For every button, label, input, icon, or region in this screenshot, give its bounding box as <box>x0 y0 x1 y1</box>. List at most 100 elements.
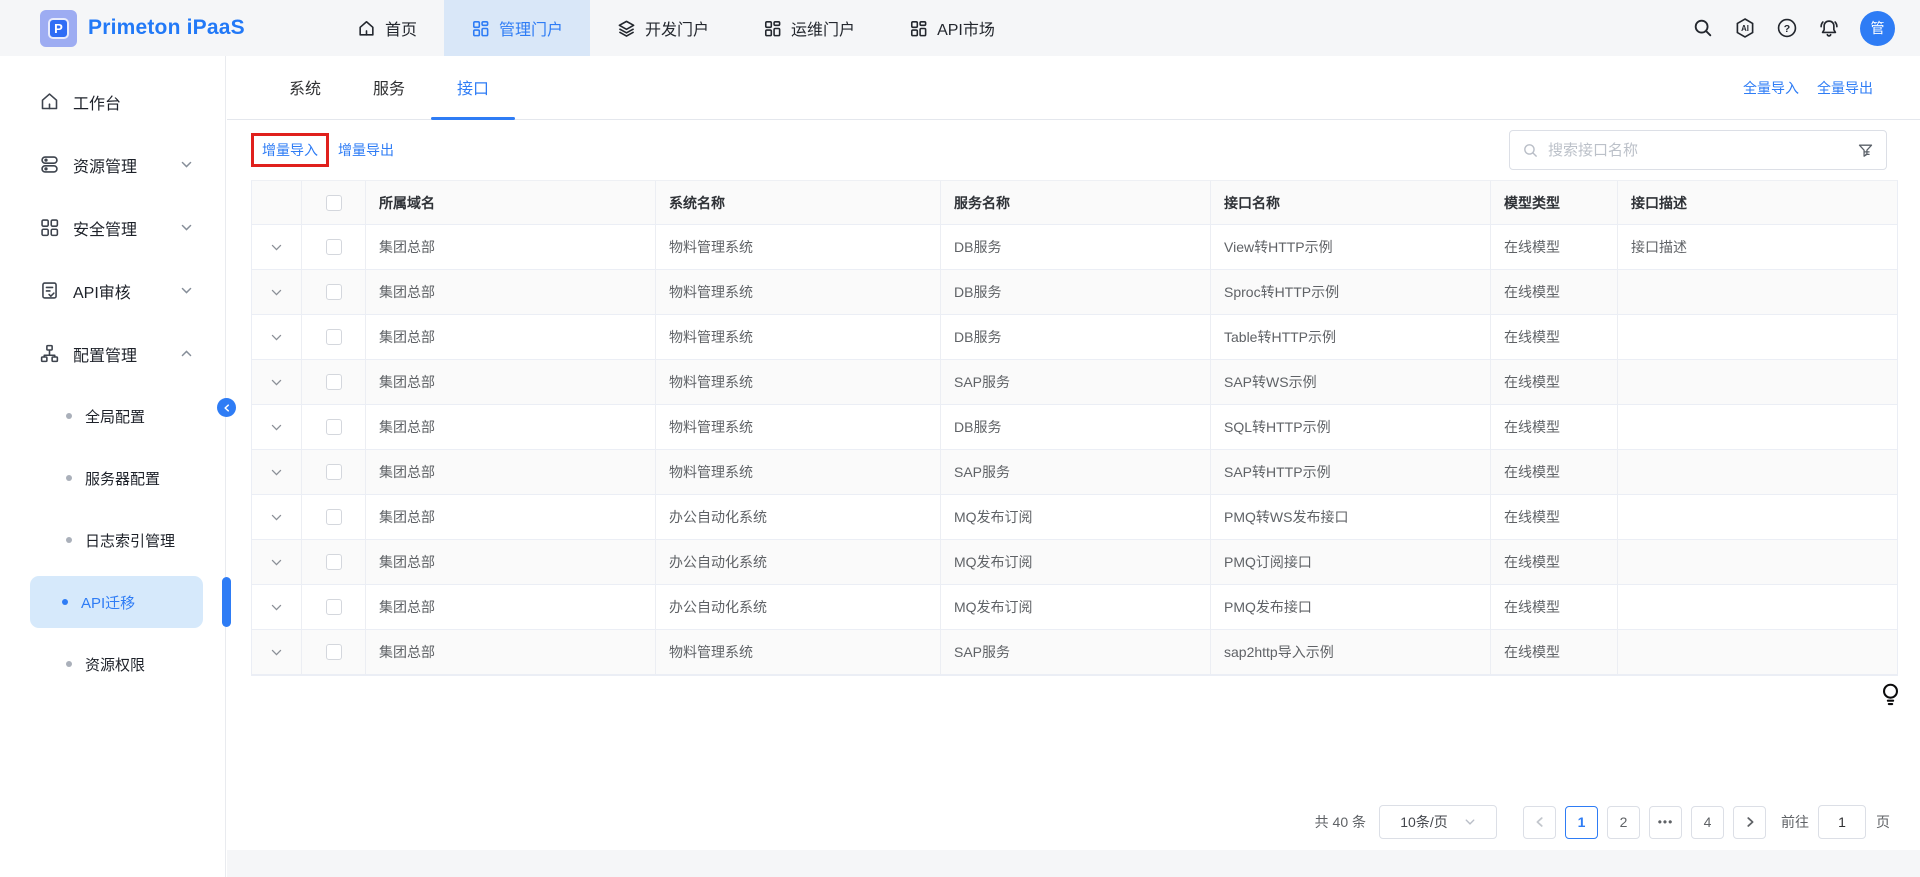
tab-interface[interactable]: 接口 <box>431 55 515 119</box>
main-content: 系统 服务 接口 全量导入 全量导出 增量导入 增量导出 所属域名 系统名称 服… <box>227 56 1920 877</box>
incremental-import-link[interactable]: 增量导入 <box>262 142 318 158</box>
full-export-link[interactable]: 全量导出 <box>1817 78 1873 98</box>
cell-service: SAP服务 <box>941 360 1211 404</box>
row-expand-icon[interactable] <box>270 556 283 569</box>
table-row: 集团总部 物料管理系统 DB服务 SQL转HTTP示例 在线模型 <box>252 405 1897 450</box>
sidebar-subitem-log-index-mgmt[interactable]: 日志索引管理 <box>0 509 225 571</box>
tab-system[interactable]: 系统 <box>263 55 347 119</box>
cell-interface: PMQ订阅接口 <box>1211 540 1491 584</box>
nav-item-dev-portal[interactable]: 开发门户 <box>590 0 736 56</box>
document-check-icon <box>39 280 60 301</box>
sidebar-item-resource-mgmt[interactable]: 资源管理 <box>0 133 225 196</box>
sidebar-subitem-label: 全局配置 <box>85 406 145 427</box>
nav-item-label: 管理门户 <box>499 16 563 40</box>
select-all-checkbox[interactable] <box>326 195 342 211</box>
table-row: 集团总部 物料管理系统 DB服务 Table转HTTP示例 在线模型 <box>252 315 1897 360</box>
row-expand-icon[interactable] <box>270 646 283 659</box>
user-avatar[interactable]: 管 <box>1860 11 1895 46</box>
row-checkbox[interactable] <box>326 374 342 390</box>
nav-item-home[interactable]: 首页 <box>330 0 444 56</box>
cell-service: MQ发布订阅 <box>941 495 1211 539</box>
full-import-link[interactable]: 全量导入 <box>1743 78 1799 98</box>
bulk-links: 全量导入 全量导出 <box>1743 56 1873 119</box>
search-box <box>1509 130 1887 170</box>
cell-model: 在线模型 <box>1491 540 1618 584</box>
sidebar-subitem-resource-permission[interactable]: 资源权限 <box>0 633 225 695</box>
row-checkbox[interactable] <box>326 554 342 570</box>
cell-service: MQ发布订阅 <box>941 540 1211 584</box>
column-header-system: 系统名称 <box>656 181 941 224</box>
chevron-down-icon <box>1464 816 1476 828</box>
chevron-left-icon <box>222 403 232 413</box>
row-checkbox[interactable] <box>326 419 342 435</box>
cell-interface: Sproc转HTTP示例 <box>1211 270 1491 314</box>
cell-system: 物料管理系统 <box>656 360 941 404</box>
topbar-actions: AI ? 管 <box>1692 11 1920 46</box>
row-checkbox[interactable] <box>326 599 342 615</box>
filter-icon[interactable] <box>1857 142 1874 159</box>
sidebar-item-api-review[interactable]: API审核 <box>0 259 225 322</box>
cell-desc <box>1618 360 1897 404</box>
sidebar-item-workbench[interactable]: 工作台 <box>0 70 225 133</box>
table-row: 集团总部 办公自动化系统 MQ发布订阅 PMQ订阅接口 在线模型 <box>252 540 1897 585</box>
row-checkbox[interactable] <box>326 464 342 480</box>
sidebar-subitem-global-config[interactable]: 全局配置 <box>0 385 225 447</box>
page-size-select[interactable]: 10条/页 <box>1379 805 1497 839</box>
row-checkbox[interactable] <box>326 329 342 345</box>
prev-page-button[interactable] <box>1523 806 1556 839</box>
tab-service[interactable]: 服务 <box>347 55 431 119</box>
row-expand-icon[interactable] <box>270 421 283 434</box>
incremental-export-link[interactable]: 增量导出 <box>338 140 394 160</box>
cell-model: 在线模型 <box>1491 315 1618 359</box>
nav-item-ops-portal[interactable]: 运维门户 <box>736 0 882 56</box>
row-expand-icon[interactable] <box>270 331 283 344</box>
help-icon[interactable]: ? <box>1776 17 1798 39</box>
bell-icon[interactable] <box>1818 17 1840 39</box>
row-checkbox[interactable] <box>326 239 342 255</box>
row-expand-icon[interactable] <box>270 376 283 389</box>
cell-desc <box>1618 315 1897 359</box>
row-expand-icon[interactable] <box>270 286 283 299</box>
row-expand-icon[interactable] <box>270 241 283 254</box>
app-logo[interactable]: P Primeton iPaaS <box>0 10 268 47</box>
next-page-button[interactable] <box>1733 806 1766 839</box>
column-header-desc: 接口描述 <box>1618 181 1897 224</box>
lightbulb-icon[interactable] <box>1881 682 1900 708</box>
sidebar-item-security-mgmt[interactable]: 安全管理 <box>0 196 225 259</box>
cell-service: DB服务 <box>941 405 1211 449</box>
row-expand-icon[interactable] <box>270 466 283 479</box>
page-button-4[interactable]: 4 <box>1691 806 1724 839</box>
row-expand-icon[interactable] <box>270 601 283 614</box>
search-input[interactable] <box>1548 142 1857 159</box>
cell-domain: 集团总部 <box>366 270 656 314</box>
cell-model: 在线模型 <box>1491 585 1618 629</box>
sidebar-subitem-server-config[interactable]: 服务器配置 <box>0 447 225 509</box>
select-all-cell <box>302 181 366 224</box>
table-row: 集团总部 物料管理系统 SAP服务 sap2http导入示例 在线模型 <box>252 630 1897 675</box>
more-pages-button[interactable]: ••• <box>1649 806 1682 839</box>
sidebar-subitem-label: 资源权限 <box>85 654 145 675</box>
row-expand-icon[interactable] <box>270 511 283 524</box>
row-checkbox[interactable] <box>326 644 342 660</box>
sidebar-item-config-mgmt[interactable]: 配置管理 <box>0 322 225 385</box>
search-icon[interactable] <box>1692 17 1714 39</box>
cell-service: DB服务 <box>941 270 1211 314</box>
page-button-2[interactable]: 2 <box>1607 806 1640 839</box>
page-button-1[interactable]: 1 <box>1565 806 1598 839</box>
chevron-left-icon <box>1533 815 1547 829</box>
ai-assistant-icon[interactable]: AI <box>1734 17 1756 39</box>
cell-desc <box>1618 630 1897 674</box>
row-checkbox[interactable] <box>326 509 342 525</box>
cell-system: 物料管理系统 <box>656 270 941 314</box>
goto-page-input[interactable] <box>1818 805 1866 839</box>
sidebar-item-label: 配置管理 <box>73 342 137 366</box>
nav-item-api-market[interactable]: API市场 <box>882 0 1022 56</box>
primary-nav: 首页 管理门户 开发门户 运维门户 API市场 <box>330 0 1022 56</box>
table-body: 集团总部 物料管理系统 DB服务 View转HTTP示例 在线模型 接口描述 集… <box>252 225 1897 675</box>
sidebar-collapse-button[interactable] <box>217 398 236 417</box>
nav-item-admin-portal[interactable]: 管理门户 <box>444 0 590 56</box>
cell-domain: 集团总部 <box>366 630 656 674</box>
row-checkbox[interactable] <box>326 284 342 300</box>
sidebar-subitem-api-migration[interactable]: API迁移 <box>0 571 225 633</box>
nav-item-label: 首页 <box>385 16 417 40</box>
